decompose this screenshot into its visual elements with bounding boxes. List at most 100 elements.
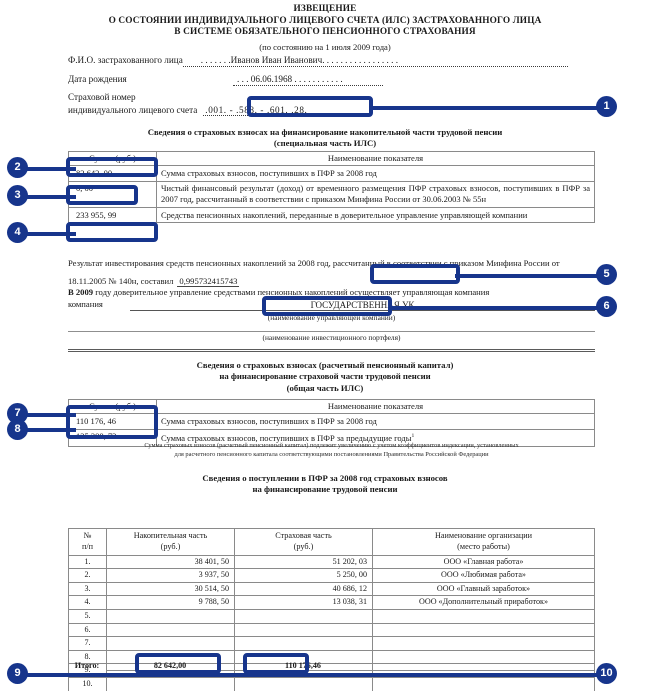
registry-cell-nakop[interactable] xyxy=(106,608,235,624)
common-col-amount-header: Сумма (руб.) xyxy=(68,398,157,415)
table-row: 10. xyxy=(68,676,595,691)
snils-label-line-2: индивидуального лицевого счета xyxy=(68,104,198,115)
registry-cell-nakop[interactable] xyxy=(106,636,235,651)
registry-cell-org[interactable]: ООО «Главный заработок» xyxy=(372,581,595,597)
special-row-1-amount[interactable]: 82 642, 00 xyxy=(68,165,157,182)
registry-cell-org[interactable]: ООО «Дополнительный приработок» xyxy=(372,595,595,610)
registry-cell-strah[interactable] xyxy=(234,608,373,624)
registry-cell-no[interactable]: 4. xyxy=(68,595,107,610)
common-part-heading-line-2: на финансирование страховой части трудов… xyxy=(219,371,431,382)
total-strah-value[interactable]: 110 176,46 xyxy=(234,661,372,671)
callout-leader-4 xyxy=(24,232,76,236)
special-row-2-description: Чистый финансовый результат (доход) от в… xyxy=(156,180,595,209)
registry-cell-no[interactable]: 6. xyxy=(68,622,107,638)
registry-cell-no[interactable]: 7. xyxy=(68,636,107,651)
management-company-label: компания xyxy=(68,299,103,309)
table-row: 4. 9 788, 50 13 038, 31 ООО «Дополнительный… xyxy=(68,595,595,610)
special-col-amount-header: Сумма (руб.) xyxy=(68,150,157,167)
registry-cell-nakop[interactable]: 38 401, 50 xyxy=(106,554,235,570)
callout-badge-7[interactable]: 7 xyxy=(8,404,27,423)
management-year: В 2009 xyxy=(68,287,94,297)
registry-cell-no[interactable]: 10. xyxy=(68,676,107,691)
registry-cell-strah[interactable]: 40 686, 12 xyxy=(234,581,373,597)
registry-cell-org[interactable] xyxy=(372,608,595,624)
registry-cell-nakop[interactable]: 9 788, 50 xyxy=(106,595,235,610)
registry-cell-strah[interactable] xyxy=(234,636,373,651)
investment-result-value[interactable]: 0,995732415743 xyxy=(177,276,240,287)
registry-cell-strah[interactable] xyxy=(234,676,373,691)
document-title-line-2: О СОСТОЯНИИ ИНДИВИДУАЛЬНОГО ЛИЦЕВОГО СЧЕ… xyxy=(108,15,542,26)
total-nakop-value[interactable]: 82 642,00 xyxy=(106,661,234,671)
callout-highlight-4 xyxy=(66,222,158,242)
common-part-heading: Сведения о страховых взносах (расчетный … xyxy=(25,360,625,394)
document-page: ИЗВЕЩЕНИЕ О СОСТОЯНИИ ИНДИВИДУАЛЬНОГО ЛИ… xyxy=(0,0,650,691)
table-row: 6. xyxy=(68,622,595,638)
registry-cell-no[interactable]: 2. xyxy=(68,568,107,583)
registry-cell-nakop[interactable]: 30 514, 50 xyxy=(106,581,235,597)
registry-col-nakop-line2: (руб.) xyxy=(160,541,181,551)
registry-cell-no[interactable]: 5. xyxy=(68,608,107,624)
registry-cell-strah[interactable]: 13 038, 31 xyxy=(234,595,373,610)
registry-cell-no[interactable]: 1. xyxy=(68,554,107,570)
common-part-heading-line-1: Сведения о страховых взносах (расчетный … xyxy=(196,360,454,370)
registry-cell-strah[interactable]: 51 202, 03 xyxy=(234,554,373,570)
special-row-2-amount[interactable]: 0, 00 xyxy=(68,180,157,209)
management-text: году доверительное управление средствами… xyxy=(95,287,490,297)
registry-col-strah-line2: (руб.) xyxy=(293,541,314,551)
birth-row: Дата рождения . . . 06.06.1968 . . . . .… xyxy=(68,72,568,86)
callout-badge-1[interactable]: 1 xyxy=(597,97,616,116)
registry-cell-org[interactable]: ООО «Любимая работа» xyxy=(372,568,595,583)
registry-col-no: № п/п xyxy=(68,528,107,556)
special-row-3-amount[interactable]: 233 955, 99 xyxy=(68,207,157,224)
footnote-line-1: Сумма страховых взносов (расчетный пенси… xyxy=(144,442,519,449)
registry-cell-no[interactable]: 3. xyxy=(68,581,107,597)
registry-cell-strah[interactable]: 5 250, 00 xyxy=(234,568,373,583)
callout-badge-9[interactable]: 9 xyxy=(8,664,27,683)
document-title-line-1: ИЗВЕЩЕНИЕ xyxy=(293,4,357,14)
callout-badge-6[interactable]: 6 xyxy=(597,297,616,316)
snils-row: Страховой номер индивидуального лицевого… xyxy=(68,91,568,116)
registry-cell-org[interactable] xyxy=(372,636,595,651)
callout-badge-4[interactable]: 4 xyxy=(8,223,27,242)
special-col-name-header: Наименование показателя xyxy=(156,150,595,167)
registry-cell-org[interactable] xyxy=(372,622,595,638)
registry-cell-nakop[interactable]: 3 937, 50 xyxy=(106,568,235,583)
registry-cell-org[interactable]: ООО «Главная работа» xyxy=(372,554,595,570)
birth-label: Дата рождения xyxy=(68,73,127,84)
registry-col-strah-line1: Страховая часть xyxy=(275,531,332,540)
special-table-header-row: Сумма (руб.) Наименование показателя xyxy=(68,150,595,167)
snils-value[interactable]: .001. - .588. - .601. .28. xyxy=(203,105,311,116)
common-table-header-row: Сумма (руб.) Наименование показателя xyxy=(68,398,595,415)
document-subtitle: (по состоянию на 1 июля 2009 года) xyxy=(259,41,391,52)
callout-badge-8[interactable]: 8 xyxy=(8,420,27,439)
callout-badge-3[interactable]: 3 xyxy=(8,186,27,205)
document-title-line-3: В СИСТЕМЕ ОБЯЗАТЕЛЬНОГО ПЕНСИОННОГО СТРА… xyxy=(174,27,476,38)
registry-col-org-line1: Наименование организации xyxy=(434,531,532,540)
total-label: Итого: xyxy=(74,661,100,670)
special-row-3: 233 955, 99 Средства пенсионных накоплен… xyxy=(68,207,595,224)
callout-badge-5[interactable]: 5 xyxy=(597,265,616,284)
registry-col-no-line1: № xyxy=(83,531,92,540)
footnote-block: Сумма страховых взносов (расчетный пенси… xyxy=(68,441,595,459)
registry-cell-nakop[interactable] xyxy=(106,622,235,638)
management-company-row: компания ГОСУДАРСТВЕННАЯ УК xyxy=(68,299,595,311)
fio-value[interactable]: . . . . . . .Иванов Иван Иванович. . . .… xyxy=(182,54,568,67)
special-part-table-wrap: Сумма (руб.) Наименование показателя 82 … xyxy=(68,150,595,224)
registry-col-nakop: Накопительная часть (руб.) xyxy=(106,528,235,556)
table-row: 3. 30 514, 50 40 686, 12 ООО «Главный зараб… xyxy=(68,581,595,597)
registry-cell-org[interactable] xyxy=(372,676,595,691)
callout-badge-2[interactable]: 2 xyxy=(8,158,27,177)
registry-cell-strah[interactable] xyxy=(234,622,373,638)
investment-result-text: Результат инвестирования средств пенсион… xyxy=(68,258,560,286)
management-company-sentence: В 2009 году доверительное управление сре… xyxy=(68,287,595,299)
special-part-heading-line-1: Сведения о страховых взносах на финансир… xyxy=(147,127,503,137)
registry-col-strah: Страховая часть (руб.) xyxy=(234,528,373,556)
table-row: 1. 38 401, 50 51 202, 03 ООО «Главная работ… xyxy=(68,554,595,570)
special-part-heading-line-2: (специальная часть ИЛС) xyxy=(273,138,377,149)
callout-badge-10[interactable]: 10 xyxy=(597,664,616,683)
birth-value[interactable]: . . . 06.06.1968 . . . . . . . . . . . xyxy=(233,73,383,86)
fio-row: Ф.И.О. застрахованного лица . . . . . . … xyxy=(68,53,568,67)
registry-cell-nakop[interactable] xyxy=(106,676,235,691)
common-row-1-amount[interactable]: 110 176, 46 xyxy=(68,413,157,430)
management-company-value[interactable]: ГОСУДАРСТВЕННАЯ УК xyxy=(130,300,595,311)
